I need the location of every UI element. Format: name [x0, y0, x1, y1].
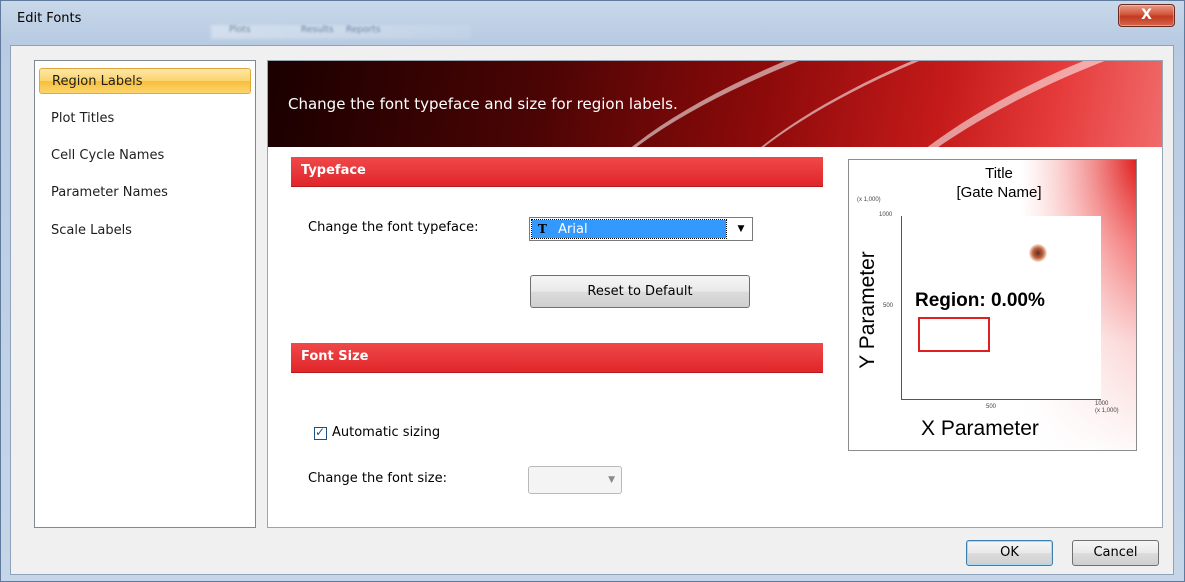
x-tick-500: 500 [986, 404, 997, 410]
preview-region-label: Region: 0.00% [915, 290, 1045, 311]
preview-title: Title [985, 165, 1013, 182]
dialog-client-area: Region Labels Plot Titles Cell Cycle Nam… [10, 45, 1174, 575]
nav-item-cell-cycle-names[interactable]: Cell Cycle Names [39, 143, 251, 169]
checkmark-icon: ✓ [315, 425, 326, 439]
y-tick-1000: 1000 [879, 212, 893, 218]
x-axis-label: X Parameter [921, 417, 1039, 440]
edit-fonts-dialog: Edit Fonts Plots Results Reports X Regio… [0, 0, 1185, 582]
x-scale-unit: (x 1,000) [1095, 408, 1119, 414]
font-typeface-selected: T Arial [531, 219, 727, 239]
font-preview: Title [Gate Name] (x 1,000) 1000 500 Reg… [848, 159, 1137, 451]
settings-panel: Change the font typeface and size for re… [267, 60, 1163, 528]
y-tick-500: 500 [883, 303, 894, 309]
banner-description: Change the font typeface and size for re… [288, 95, 678, 113]
header-banner: Change the font typeface and size for re… [268, 61, 1162, 147]
typeface-header-label: Typeface [301, 163, 366, 178]
data-cluster [1029, 244, 1047, 262]
reset-to-default-button[interactable]: Reset to Default [530, 275, 750, 308]
x-tick-1000: 1000 [1095, 401, 1109, 407]
background-tab-reports: Reports [346, 25, 381, 35]
automatic-sizing-label[interactable]: Automatic sizing [332, 425, 440, 440]
background-tab-plots: Plots [229, 25, 251, 35]
font-typeface-select[interactable]: T Arial ▼ [529, 217, 753, 241]
window-title: Edit Fonts [17, 11, 82, 26]
automatic-sizing-checkbox[interactable]: ✓ [314, 425, 327, 440]
dropdown-arrow-icon[interactable]: ▼ [731, 219, 751, 239]
dropdown-arrow-icon: ▼ [608, 475, 615, 485]
nav-item-parameter-names[interactable]: Parameter Names [39, 180, 251, 206]
cancel-button[interactable]: Cancel [1072, 540, 1159, 566]
typeface-section-header: Typeface [291, 157, 823, 187]
background-tab-results: Results [301, 25, 334, 35]
nav-item-scale-labels[interactable]: Scale Labels [39, 218, 251, 244]
region-gate-rectangle [918, 317, 990, 352]
close-button[interactable]: X [1118, 4, 1175, 27]
typeface-label: Change the font typeface: [308, 220, 479, 235]
close-icon: X [1141, 7, 1152, 23]
font-size-select[interactable]: ▼ [528, 466, 622, 494]
y-axis-label: Y Parameter [855, 251, 879, 369]
nav-item-region-labels[interactable]: Region Labels [39, 68, 251, 94]
preview-gate-name: [Gate Name] [956, 184, 1042, 201]
title-bar[interactable]: Edit Fonts Plots Results Reports X [1, 1, 1184, 39]
font-category-list: Region Labels Plot Titles Cell Cycle Nam… [34, 60, 256, 528]
font-size-label: Change the font size: [308, 471, 447, 486]
truetype-icon: T [538, 222, 547, 236]
font-size-section-header: Font Size [291, 343, 823, 373]
font-typeface-value: Arial [558, 222, 588, 237]
font-size-header-label: Font Size [301, 349, 369, 364]
y-scale-unit: (x 1,000) [857, 197, 881, 203]
ok-button[interactable]: OK [966, 540, 1053, 566]
nav-item-plot-titles[interactable]: Plot Titles [39, 106, 251, 132]
